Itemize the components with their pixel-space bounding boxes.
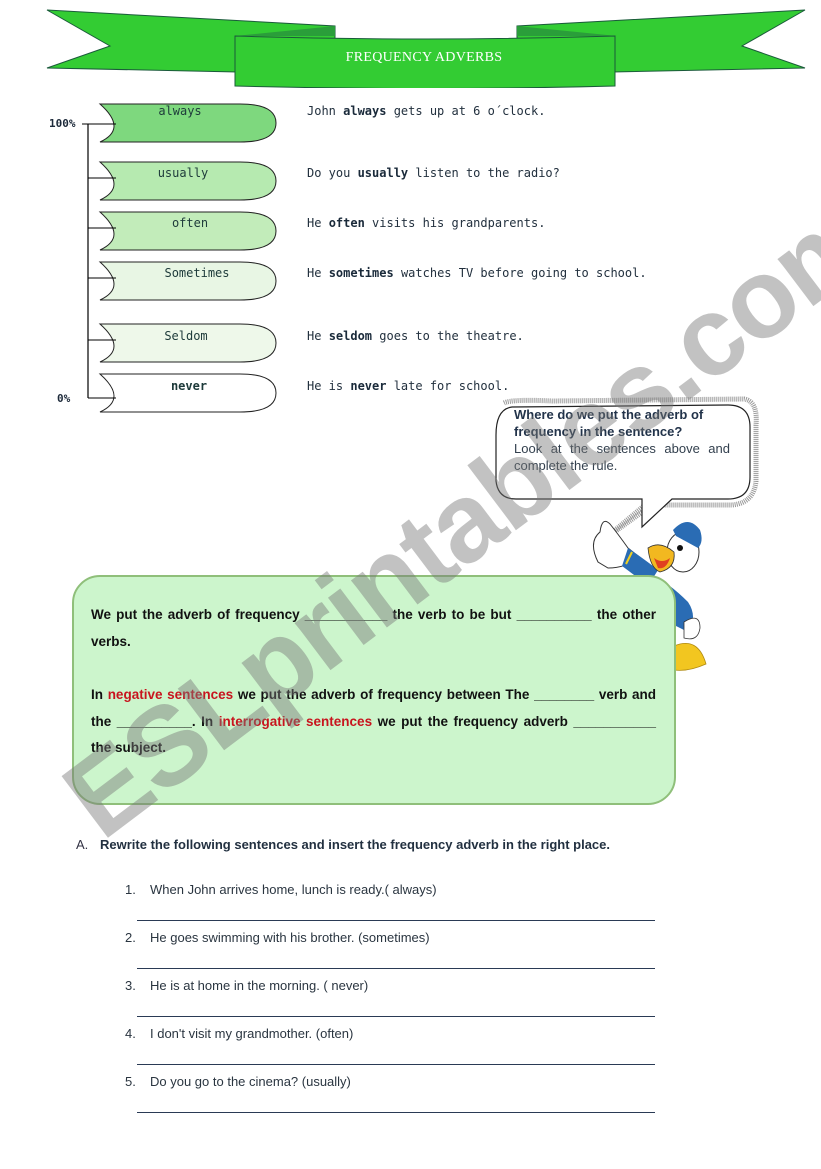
sentence-text: visits his grandparents. — [364, 216, 546, 230]
example-sentence-sometimes: He sometimes watches TV before going to … — [307, 266, 647, 280]
item-number: 2. — [125, 930, 136, 945]
sentence-adverb: sometimes — [328, 266, 394, 280]
sentence-text: He — [307, 329, 329, 343]
exercise-item: 2. He goes swimming with his brother. (so… — [125, 930, 430, 945]
adverb-label-seldom: Seldom — [164, 329, 208, 343]
exercise-instruction: Rewrite the following sentences and inse… — [100, 837, 610, 852]
adverb-label-usually: usually — [157, 166, 209, 180]
sentence-text: listen to the radio? — [408, 166, 560, 180]
exercise-item: 5. Do you go to the cinema? (usually) — [125, 1074, 351, 1089]
sentence-adverb: seldom — [328, 329, 373, 343]
item-text: He is at home in the morning. ( never) — [150, 978, 369, 993]
bubble-question: Where do we put the adverb of frequency … — [514, 407, 704, 439]
item-text: He goes swimming with his brother. (some… — [150, 930, 430, 945]
bubble-instruction: Look at the sentences above and complete… — [514, 441, 730, 473]
rule-paragraph-2: In negative sentences we put the adverb … — [91, 682, 656, 762]
sentence-text: He — [307, 216, 329, 230]
sentence-text: watches TV before going to school. — [393, 266, 647, 280]
rule-paragraph-1: We put the adverb of frequency _________… — [91, 607, 656, 649]
answer-line[interactable] — [137, 1016, 655, 1017]
duck-eye — [677, 545, 683, 551]
example-sentence-never: He is never late for school. — [307, 379, 509, 393]
exercise-heading: A. Rewrite the following sentences and in… — [76, 837, 610, 852]
sentence-adverb: often — [328, 216, 365, 230]
sentence-text: John — [307, 104, 344, 118]
exercise-item: 3. He is at home in the morning. ( never) — [125, 978, 368, 993]
item-number: 1. — [125, 882, 136, 897]
frequency-scale-diagram — [82, 103, 277, 413]
sentence-text: Do you — [307, 166, 358, 180]
duck-foot — [673, 642, 707, 671]
highlight-interrogative-sentences: interrogative sentences — [218, 713, 373, 729]
item-text: I don't visit my grandmother. (often) — [150, 1026, 354, 1041]
rule-text: In — [91, 687, 108, 702]
sentence-adverb: usually — [357, 166, 409, 180]
item-number: 4. — [125, 1026, 136, 1041]
scale-bottom-label: 0% — [57, 392, 71, 405]
sentence-text: late for school. — [386, 379, 510, 393]
speech-bubble-text: Where do we put the adverb of frequency … — [514, 406, 730, 474]
item-number: 5. — [125, 1074, 136, 1089]
answer-line[interactable] — [137, 1064, 655, 1065]
page-title: FREQUENCY ADVERBS — [345, 50, 503, 65]
item-text: When John arrives home, lunch is ready.(… — [150, 882, 437, 897]
answer-line[interactable] — [137, 920, 655, 921]
sentence-text: He is — [307, 379, 351, 393]
example-sentence-seldom: He seldom goes to the theatre. — [307, 329, 524, 343]
sentence-text: goes to the theatre. — [372, 329, 524, 343]
adverb-label-often: often — [171, 216, 209, 230]
sentence-text: gets up at 6 o´clock. — [386, 104, 546, 118]
highlight-negative-sentences: negative sentences — [107, 687, 234, 702]
adverb-label-always: always — [158, 104, 202, 118]
example-sentence-often: He often visits his grandparents. — [307, 216, 545, 230]
exercise-item: 1. When John arrives home, lunch is ready… — [125, 882, 437, 897]
sentence-text: He — [307, 266, 329, 280]
example-sentence-usually: Do you usually listen to the radio? — [307, 166, 560, 180]
exercise-item: 4. I don't visit my grandmother. (often) — [125, 1026, 353, 1041]
exercise-letter: A. — [76, 837, 89, 852]
sentence-adverb: never — [350, 379, 387, 393]
adverb-label-sometimes: Sometimes — [164, 266, 230, 280]
item-text: Do you go to the cinema? (usually) — [150, 1074, 351, 1089]
adverb-label-never: never — [170, 379, 208, 393]
answer-line[interactable] — [137, 1112, 655, 1113]
example-sentence-always: John always gets up at 6 o´clock. — [307, 104, 545, 118]
scale-top-label: 100% — [49, 117, 76, 130]
answer-line[interactable] — [137, 968, 655, 969]
title-banner — [46, 9, 806, 88]
item-number: 3. — [125, 978, 136, 993]
duck-hand — [683, 617, 701, 640]
sentence-adverb: always — [343, 104, 387, 118]
